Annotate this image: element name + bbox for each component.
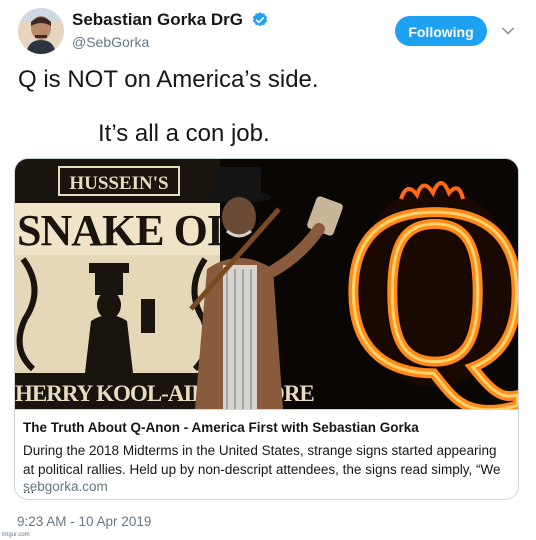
sign-main-text: SNAKE OI (17, 206, 223, 255)
handle[interactable]: @SebGorka (72, 34, 269, 50)
following-button[interactable]: Following (395, 16, 487, 46)
card-illustration: HUSSEIN'S SNAKE OI HERRY KOOL-AID FLAVOR… (15, 159, 518, 409)
card-image[interactable]: HUSSEIN'S SNAKE OI HERRY KOOL-AID FLAVOR… (15, 159, 518, 409)
sign-top-text: HUSSEIN'S (69, 173, 168, 194)
card-domain[interactable]: sebgorka.com (23, 479, 108, 494)
link-card[interactable]: HUSSEIN'S SNAKE OI HERRY KOOL-AID FLAVOR… (14, 158, 519, 500)
corner-watermark: imgur.com (2, 532, 30, 538)
fire-q-letter-glow: Q (342, 159, 518, 409)
user-info: Sebastian Gorka DrG @SebGorka (72, 10, 269, 50)
card-title[interactable]: The Truth About Q-Anon - America First w… (23, 420, 419, 435)
tweet-text-line: It’s all a con job. (98, 120, 270, 147)
avatar[interactable] (18, 8, 64, 54)
tweet: Sebastian Gorka DrG @SebGorka Following … (0, 0, 536, 540)
card-body: The Truth About Q-Anon - America First w… (15, 409, 518, 499)
avatar-portrait-icon (18, 8, 64, 54)
verified-badge-icon (253, 12, 268, 27)
display-name[interactable]: Sebastian Gorka DrG (72, 10, 243, 30)
tweet-text-line: Q is NOT on America’s side. (18, 66, 319, 93)
chevron-down-icon[interactable] (501, 24, 515, 38)
timestamp[interactable]: 9:23 AM - 10 Apr 2019 (17, 514, 151, 529)
